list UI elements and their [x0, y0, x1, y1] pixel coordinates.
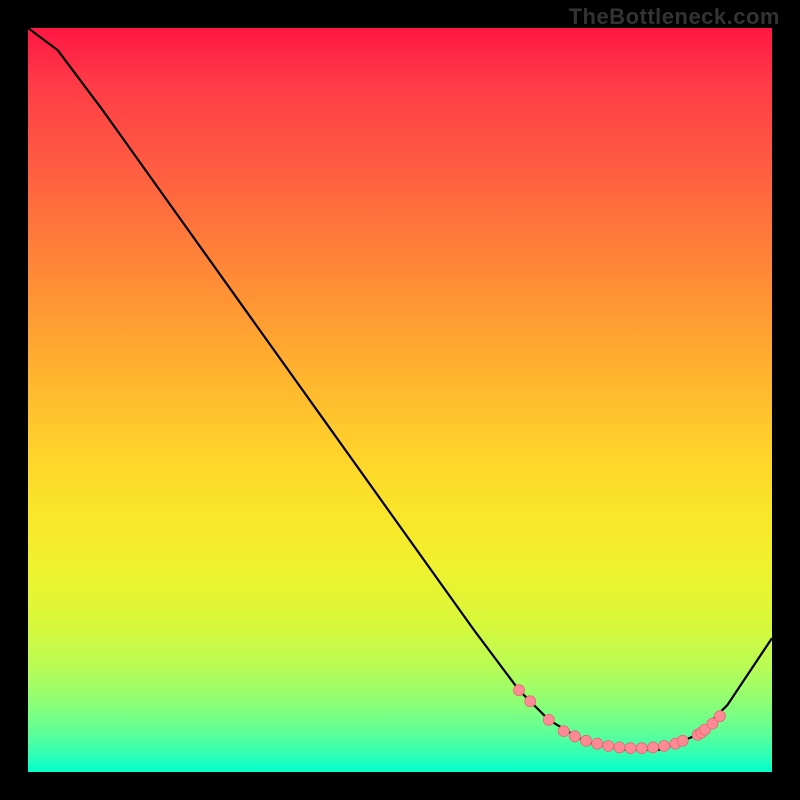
- scatter-points-group: [514, 685, 726, 754]
- scatter-point: [525, 696, 536, 707]
- scatter-point: [625, 743, 636, 754]
- scatter-point: [648, 742, 659, 753]
- scatter-point: [514, 685, 525, 696]
- scatter-point: [659, 741, 670, 752]
- scatter-point: [677, 735, 688, 746]
- scatter-point: [558, 726, 569, 737]
- scatter-point: [543, 714, 554, 725]
- scatter-point: [569, 731, 580, 742]
- scatter-point: [714, 711, 725, 722]
- chart-svg: [28, 28, 772, 772]
- scatter-point: [603, 741, 614, 752]
- watermark-text: TheBottleneck.com: [569, 4, 780, 30]
- scatter-point: [614, 742, 625, 753]
- bottleneck-curve-line: [28, 28, 772, 750]
- scatter-point: [592, 738, 603, 749]
- chart-plot-area: [28, 28, 772, 772]
- scatter-point: [581, 735, 592, 746]
- scatter-point: [636, 743, 647, 754]
